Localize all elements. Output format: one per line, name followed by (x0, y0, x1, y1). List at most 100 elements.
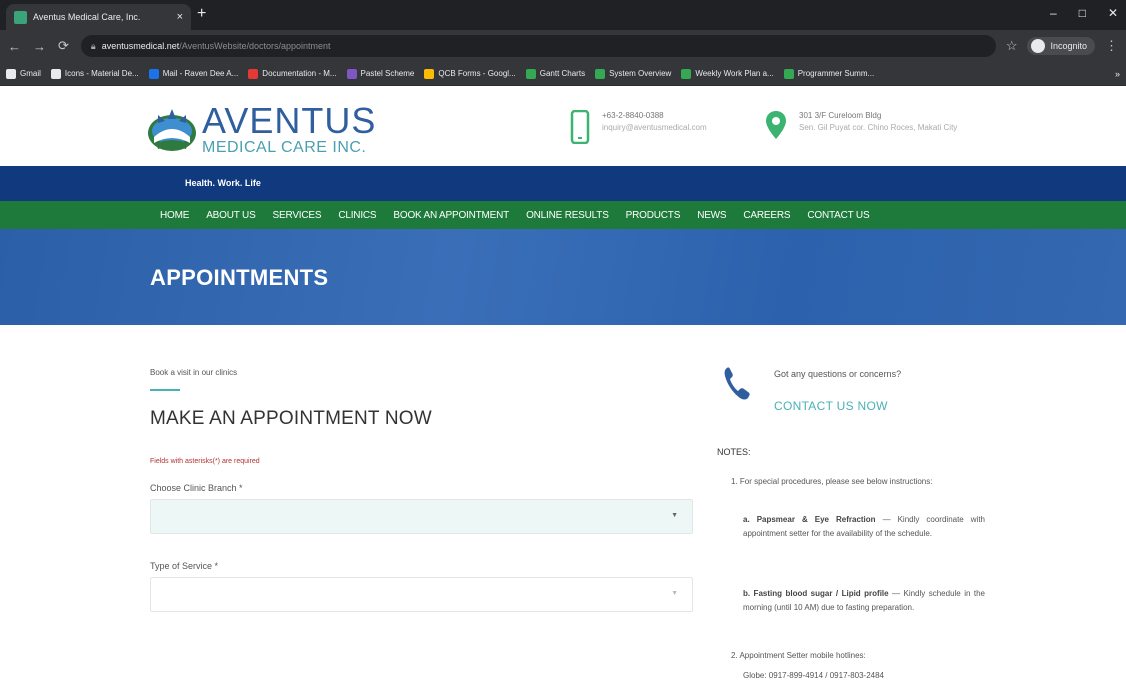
bookmark-favicon-icon (50, 68, 61, 79)
clinic-branch-select[interactable]: ▼ (150, 499, 693, 534)
header-phone-block: +63-2-8840-0388 inquiry@aventusmedical.c… (570, 110, 707, 144)
bookmark-label: Documentation - M... (262, 69, 337, 78)
bookmark-item[interactable]: Programmer Summ... (783, 68, 875, 79)
bookmarks-bar: Gmail Icons - Material De... Mail - Raven … (0, 62, 1126, 86)
chevron-down-icon: ▼ (671, 512, 678, 519)
appointment-form: Book a visit in our clinics MAKE AN APPO… (150, 325, 693, 680)
bookmark-label: Gantt Charts (539, 69, 586, 78)
minimize-button[interactable]: – (1050, 6, 1057, 20)
more-bookmarks-icon[interactable]: » (1115, 69, 1120, 79)
logo-emblem-icon (148, 109, 196, 151)
nav-item-about-us[interactable]: ABOUT US (206, 210, 256, 221)
bookmark-item[interactable]: System Overview (595, 68, 672, 79)
tab-close-icon[interactable]: × (177, 11, 183, 23)
bookmark-item[interactable]: Documentation - M... (248, 68, 337, 79)
header-email[interactable]: inquiry@aventusmedical.com (602, 122, 707, 134)
reload-icon[interactable]: ⟳ (58, 38, 69, 54)
bookmark-label: Icons - Material De... (64, 69, 139, 78)
nav-item-home[interactable]: HOME (160, 210, 189, 221)
profile-label: Incognito (1050, 41, 1087, 51)
bookmark-label: QCB Forms - Googl... (438, 69, 516, 78)
bookmark-favicon-icon (346, 68, 357, 79)
url-input[interactable]: 🔒︎ aventusmedical.net /AventusWebsite/do… (80, 35, 996, 57)
incognito-icon (1031, 39, 1046, 53)
appointment-sidebar: Got any questions or concerns? CONTACT U… (717, 325, 987, 680)
note-a-title: a. Papsmear & Eye Refraction (743, 515, 876, 524)
bookmark-favicon-icon (248, 68, 259, 79)
lock-icon: 🔒︎ (90, 40, 96, 51)
nav-item-careers[interactable]: CAREERS (743, 210, 790, 221)
address-bar-row: ← → ⟳ 🔒︎ aventusmedical.net /AventusWebs… (0, 30, 1126, 62)
header-address-line2: Sen. Gil Puyat cor. Chino Roces, Makati … (799, 123, 958, 132)
bookmark-item[interactable]: Weekly Work Plan a... (681, 68, 774, 79)
bookmark-item[interactable]: Pastel Scheme (346, 68, 415, 79)
nav-item-book-an-appointment[interactable]: BOOK AN APPOINTMENT (393, 210, 509, 221)
bookmark-item[interactable]: Gmail (6, 68, 41, 79)
bookmark-item[interactable]: Gantt Charts (525, 68, 586, 79)
required-note: Fields with asterisks(*) are required (150, 458, 260, 465)
service-label: Type of Service * (150, 561, 219, 571)
main-nav: HOME ABOUT US SERVICES CLINICS BOOK AN APPOI… (0, 201, 1126, 229)
window-controls: – □ ✕ (1050, 6, 1118, 20)
bookmark-favicon-icon (595, 68, 606, 79)
bookmark-favicon-icon (6, 68, 16, 79)
url-path: /AventusWebsite/doctors/appointment (179, 41, 331, 51)
bookmark-star-icon[interactable]: ☆ (1006, 38, 1018, 54)
page-hero: APPOINTMENTS (0, 229, 1126, 325)
bookmark-label: Programmer Summ... (797, 69, 875, 78)
bookmark-label: Weekly Work Plan a... (695, 69, 774, 78)
nav-item-services[interactable]: SERVICES (273, 210, 322, 221)
note-b-title: b. Fasting blood sugar / Lipid profile (743, 589, 889, 598)
bookmark-label: Pastel Scheme (360, 69, 415, 78)
note-b: b. Fasting blood sugar / Lipid profile —… (743, 587, 985, 615)
form-title: MAKE AN APPOINTMENT NOW (150, 408, 432, 429)
questions-text: Got any questions or concerns? (774, 369, 902, 379)
url-host: aventusmedical.net (101, 41, 180, 51)
close-window-button[interactable]: ✕ (1108, 6, 1118, 20)
browser-tab-bar: Aventus Medical Care, Inc. × + – □ ✕ (0, 0, 1126, 30)
site-tagline: Health. Work. Life (185, 178, 261, 188)
back-arrow-icon[interactable]: ← (8, 39, 21, 54)
browser-menu-icon[interactable]: ⋮ (1105, 38, 1118, 54)
new-tab-button[interactable]: + (197, 5, 206, 23)
bookmark-label: System Overview (609, 69, 672, 78)
profile-badge[interactable]: Incognito (1027, 37, 1095, 55)
maximize-button[interactable]: □ (1079, 6, 1086, 20)
bookmark-favicon-icon (424, 68, 435, 79)
bookmark-favicon-icon (681, 68, 692, 79)
note-1: 1. For special procedures, please see be… (731, 477, 933, 486)
telephone-icon (724, 367, 750, 400)
header-address-line1: 301 3/F Cureloom Bldg (799, 111, 882, 120)
bookmark-item[interactable]: Icons - Material De... (50, 68, 139, 79)
site-favicon-icon (14, 10, 27, 24)
note-2-globe: Globe: 0917-899-4914 / 0917-803-2484 (743, 671, 884, 680)
mobile-phone-icon (570, 110, 590, 144)
browser-tab[interactable]: Aventus Medical Care, Inc. × (6, 4, 191, 30)
tab-title: Aventus Medical Care, Inc. (33, 12, 141, 22)
site-logo[interactable]: AVENTUS MEDICAL CARE INC. (146, 103, 376, 157)
header-phone[interactable]: +63-2-8840-0388 (602, 110, 707, 122)
nav-item-clinics[interactable]: CLINICS (338, 210, 376, 221)
nav-item-news[interactable]: NEWS (697, 210, 726, 221)
nav-item-products[interactable]: PRODUCTS (626, 210, 681, 221)
bookmark-favicon-icon (525, 68, 536, 79)
bookmark-favicon-icon (148, 68, 159, 79)
contact-us-now-link[interactable]: CONTACT US NOW (774, 399, 888, 413)
logo-subtitle: MEDICAL CARE INC. (202, 139, 367, 156)
header-address-block: 301 3/F Cureloom Bldg Sen. Gil Puyat cor… (765, 110, 957, 140)
form-kicker: Book a visit in our clinics (150, 368, 238, 377)
chevron-down-icon: ▼ (671, 590, 678, 597)
logo-name: AVENTUS (202, 100, 377, 141)
bookmark-label: Gmail (20, 69, 41, 78)
nav-item-online-results[interactable]: ONLINE RESULTS (526, 210, 609, 221)
note-a: a. Papsmear & Eye Refraction — Kindly co… (743, 513, 985, 541)
nav-item-contact-us[interactable]: CONTACT US (807, 210, 869, 221)
tagline-bar: Health. Work. Life (0, 166, 1126, 201)
bookmark-label: Mail - Raven Dee A... (162, 69, 239, 78)
notes-heading: NOTES: (717, 447, 751, 457)
branch-label: Choose Clinic Branch * (150, 483, 243, 493)
bookmark-item[interactable]: QCB Forms - Googl... (424, 68, 516, 79)
bookmark-item[interactable]: Mail - Raven Dee A... (148, 68, 239, 79)
forward-arrow-icon[interactable]: → (33, 39, 46, 54)
service-type-select[interactable]: ▼ (150, 577, 693, 612)
